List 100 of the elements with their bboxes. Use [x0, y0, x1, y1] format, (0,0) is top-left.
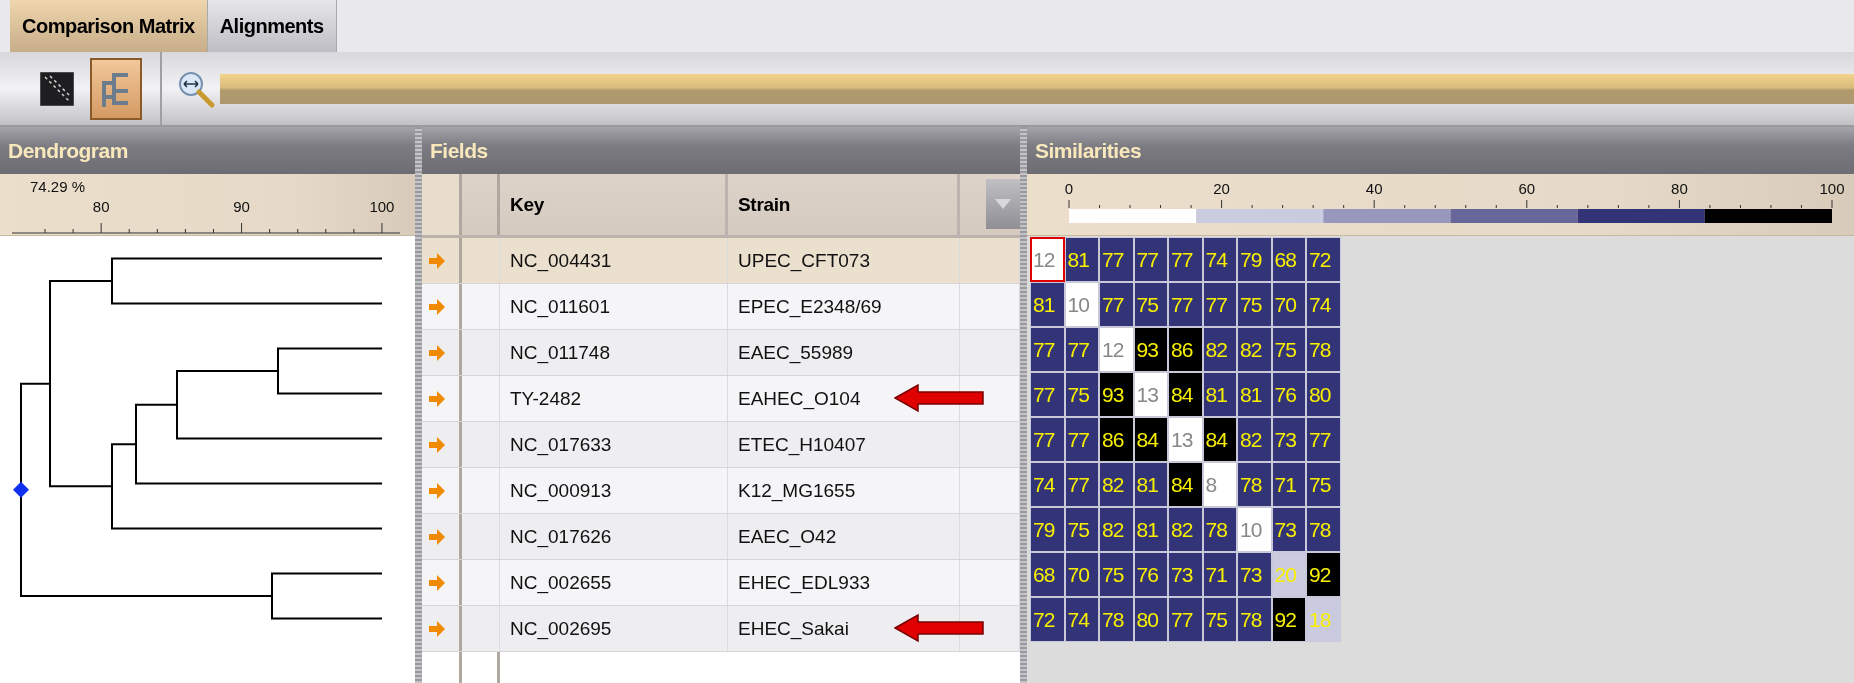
- matrix-cell[interactable]: 77: [1306, 417, 1341, 462]
- matrix-cell[interactable]: 82: [1099, 507, 1134, 552]
- matrix-cell[interactable]: 79: [1237, 237, 1272, 282]
- matrix-cell[interactable]: 76: [1271, 372, 1306, 417]
- matrix-cell[interactable]: 82: [1237, 327, 1272, 372]
- table-cell: EPEC_E2348/69: [728, 284, 960, 329]
- matrix-cell[interactable]: 68: [1271, 237, 1306, 282]
- table-row[interactable]: NC_002655 EHEC_EDL933: [422, 560, 1020, 606]
- matrix-cell[interactable]: 81: [1064, 237, 1099, 282]
- matrix-cell[interactable]: 81: [1133, 507, 1168, 552]
- matrix-cell[interactable]: 92: [1271, 597, 1306, 642]
- matrix-cell[interactable]: 84: [1133, 417, 1168, 462]
- matrix-cell[interactable]: 70: [1064, 552, 1099, 597]
- table-row[interactable]: NC_002695 EHEC_Sakai: [422, 606, 1020, 652]
- matrix-cell[interactable]: 78: [1237, 597, 1272, 642]
- tab[interactable]: Alignments: [207, 0, 337, 52]
- matrix-cell[interactable]: 81: [1202, 372, 1237, 417]
- matrix-cell[interactable]: 74: [1306, 282, 1341, 327]
- matrix-cell[interactable]: 74: [1064, 597, 1099, 642]
- arrow-icon: [428, 481, 446, 500]
- matrix-cell[interactable]: 71: [1271, 462, 1306, 507]
- matrix-cell[interactable]: 73: [1168, 552, 1203, 597]
- matrix-cell[interactable]: 81: [1030, 282, 1065, 327]
- matrix-cell[interactable]: 10: [1237, 507, 1272, 552]
- matrix-cell[interactable]: 78: [1202, 507, 1237, 552]
- matrix-cell[interactable]: 79: [1030, 507, 1065, 552]
- matrix-cell[interactable]: 75: [1099, 552, 1134, 597]
- matrix-cell[interactable]: 70: [1271, 282, 1306, 327]
- matrix-cell[interactable]: 78: [1099, 597, 1134, 642]
- matrix-cell[interactable]: 77: [1064, 327, 1099, 372]
- matrix-cell[interactable]: 84: [1168, 462, 1203, 507]
- matrix-cell[interactable]: 13: [1168, 417, 1203, 462]
- matrix-cell[interactable]: 77: [1168, 282, 1203, 327]
- matrix-cell[interactable]: 92: [1306, 552, 1341, 597]
- matrix-cell[interactable]: 86: [1099, 417, 1134, 462]
- column-header[interactable]: Key: [500, 174, 728, 235]
- table-row[interactable]: TY-2482 EAHEC_O104: [422, 376, 1020, 422]
- matrix-cell[interactable]: 78: [1306, 327, 1341, 372]
- matrix-cell[interactable]: 80: [1306, 372, 1341, 417]
- column-menu-button[interactable]: [986, 179, 1020, 229]
- matrix-cell[interactable]: 75: [1306, 462, 1341, 507]
- matrix-cell[interactable]: 78: [1306, 507, 1341, 552]
- matrix-cell[interactable]: 72: [1030, 597, 1065, 642]
- scale-caption: 74.29 %: [30, 178, 86, 195]
- matrix-cell[interactable]: 82: [1099, 462, 1134, 507]
- matrix-cell[interactable]: 75: [1133, 282, 1168, 327]
- matrix-cell[interactable]: 84: [1168, 372, 1203, 417]
- matrix-cell[interactable]: 78: [1237, 462, 1272, 507]
- matrix-cell[interactable]: 77: [1099, 237, 1134, 282]
- matrix-cell[interactable]: 77: [1168, 237, 1203, 282]
- toolbar-button[interactable]: [40, 71, 74, 106]
- matrix-cell[interactable]: 93: [1099, 372, 1134, 417]
- table-row[interactable]: NC_011748 EAEC_55989: [422, 330, 1020, 376]
- matrix-cell[interactable]: 77: [1133, 237, 1168, 282]
- matrix-cell[interactable]: 86: [1168, 327, 1203, 372]
- matrix-cell[interactable]: 68: [1030, 552, 1065, 597]
- matrix-cell[interactable]: 77: [1099, 282, 1134, 327]
- matrix-cell[interactable]: 73: [1271, 507, 1306, 552]
- matrix-cell[interactable]: 81: [1237, 372, 1272, 417]
- matrix-cell[interactable]: 76: [1133, 552, 1168, 597]
- matrix-cell[interactable]: 72: [1306, 237, 1341, 282]
- matrix-cell[interactable]: 8: [1202, 462, 1237, 507]
- tab[interactable]: Comparison Matrix: [10, 0, 208, 52]
- matrix-cell[interactable]: 77: [1030, 327, 1065, 372]
- table-row[interactable]: NC_000913 K12_MG1655: [422, 468, 1020, 514]
- matrix-cell[interactable]: 75: [1202, 597, 1237, 642]
- splitter-handle[interactable]: [1020, 127, 1027, 683]
- table-row[interactable]: NC_004431 UPEC_CFT073: [422, 238, 1020, 284]
- matrix-cell[interactable]: 75: [1064, 372, 1099, 417]
- matrix-cell[interactable]: 12: [1030, 237, 1065, 282]
- column-header[interactable]: Strain: [728, 174, 960, 235]
- matrix-cell[interactable]: 75: [1237, 282, 1272, 327]
- matrix-cell[interactable]: 73: [1237, 552, 1272, 597]
- table-row[interactable]: NC_017626 EAEC_O42: [422, 514, 1020, 560]
- matrix-cell[interactable]: 74: [1202, 237, 1237, 282]
- matrix-cell[interactable]: 81: [1133, 462, 1168, 507]
- matrix-cell[interactable]: 77: [1030, 372, 1065, 417]
- matrix-cell[interactable]: 80: [1133, 597, 1168, 642]
- matrix-cell[interactable]: 82: [1168, 507, 1203, 552]
- matrix-cell[interactable]: 77: [1202, 282, 1237, 327]
- matrix-cell[interactable]: 75: [1271, 327, 1306, 372]
- matrix-cell[interactable]: 82: [1202, 327, 1237, 372]
- matrix-cell[interactable]: 82: [1237, 417, 1272, 462]
- matrix-cell[interactable]: 73: [1271, 417, 1306, 462]
- matrix-cell[interactable]: 75: [1064, 507, 1099, 552]
- matrix-cell[interactable]: 77: [1030, 417, 1065, 462]
- matrix-cell[interactable]: 13: [1133, 372, 1168, 417]
- matrix-cell[interactable]: 71: [1202, 552, 1237, 597]
- matrix-cell[interactable]: 77: [1168, 597, 1203, 642]
- matrix-cell[interactable]: 77: [1064, 462, 1099, 507]
- splitter-handle[interactable]: [415, 127, 422, 683]
- table-row[interactable]: NC_017633 ETEC_H10407: [422, 422, 1020, 468]
- matrix-cell[interactable]: 84: [1202, 417, 1237, 462]
- matrix-cell[interactable]: 77: [1064, 417, 1099, 462]
- matrix-cell[interactable]: 93: [1133, 327, 1168, 372]
- zoom-slider-track[interactable]: [220, 73, 1854, 104]
- matrix-cell[interactable]: 10: [1064, 282, 1099, 327]
- matrix-cell[interactable]: 12: [1099, 327, 1134, 372]
- table-row[interactable]: NC_011601 EPEC_E2348/69: [422, 284, 1020, 330]
- matrix-cell[interactable]: 74: [1030, 462, 1065, 507]
